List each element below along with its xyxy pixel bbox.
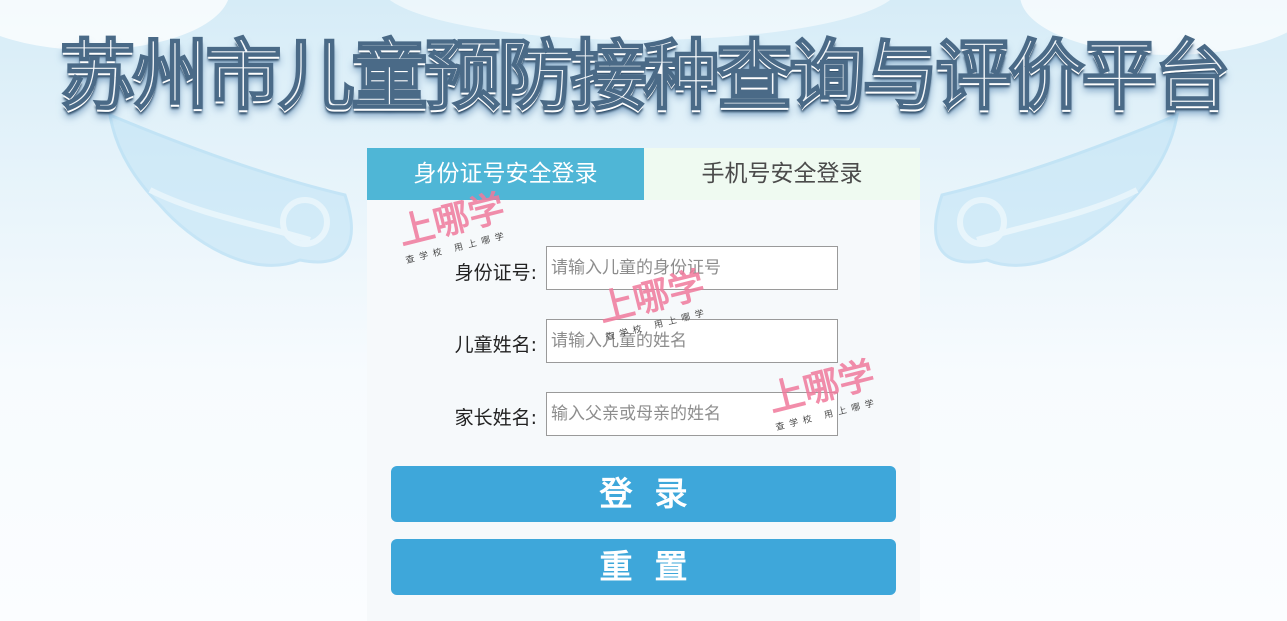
login-button[interactable]: 登录: [391, 466, 896, 522]
parent-name-input[interactable]: [546, 392, 838, 436]
right-wing-icon: [934, 112, 1179, 267]
id-number-label: 身份证号:: [454, 262, 537, 284]
page-title: 苏州市儿童预防接种查询与评价平台: [59, 30, 1232, 121]
login-tabs: 身份证号安全登录 手机号安全登录: [367, 148, 920, 200]
login-panel: 身份证号安全登录 手机号安全登录 身份证号: 儿童姓名: 家长姓名: 登录 重置: [367, 148, 920, 621]
tab-id-card-login[interactable]: 身份证号安全登录: [367, 148, 644, 200]
id-number-input[interactable]: [546, 246, 838, 290]
reset-button[interactable]: 重置: [391, 539, 896, 595]
child-name-label: 儿童姓名:: [454, 334, 537, 356]
child-name-input[interactable]: [546, 319, 838, 363]
tab-phone-login[interactable]: 手机号安全登录: [644, 148, 920, 200]
parent-name-label: 家长姓名:: [454, 407, 537, 429]
left-wing-icon: [108, 112, 353, 267]
